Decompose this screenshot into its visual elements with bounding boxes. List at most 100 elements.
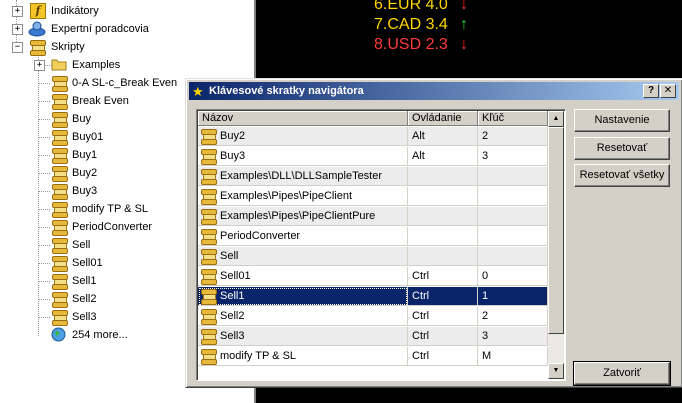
tree-line [38, 263, 50, 264]
tree-item-label: Expertní poradcovia [51, 23, 149, 35]
tree-item-experts[interactable]: + Expertní poradcovia [0, 20, 254, 38]
tree-item-label: Examples [72, 59, 121, 71]
tree-line [38, 137, 50, 138]
expand-icon[interactable]: + [12, 6, 23, 17]
tree-item-examples[interactable]: + Examples [0, 56, 254, 74]
table-cell-control: Alt [408, 147, 478, 166]
script-icon [52, 76, 68, 92]
tree-item-label: Sell1 [72, 275, 97, 287]
script-icon [52, 238, 68, 254]
script-name: modify TP & SL [220, 350, 297, 362]
scroll-thumb[interactable] [548, 127, 564, 334]
table-cell-key: 2 [478, 127, 548, 146]
table-cell-name: Sell1 [198, 287, 408, 306]
dialog-title: Klávesové skratky navigátora [209, 85, 364, 97]
script-name: PeriodConverter [220, 230, 301, 242]
tree-item-label: Buy1 [72, 149, 98, 161]
tree-line [38, 83, 50, 84]
table-cell-name: Examples\DLL\DLLSampleTester [198, 167, 408, 186]
script-name: Buy3 [220, 150, 246, 162]
table-cell-control [408, 247, 478, 266]
script-name: Sell3 [220, 330, 245, 342]
table-cell-name: Sell01 [198, 267, 408, 286]
tree-item-label: Sell01 [72, 257, 103, 269]
shortcuts-table: Názov Ovládanie Kľúč Buy2 Alt 2 Buy3 Alt 3 Exa… [196, 109, 566, 381]
close-icon[interactable]: ✕ [660, 84, 676, 98]
globe-icon [51, 327, 67, 343]
dialog-titlebar[interactable]: ★ Klávesové skratky navigátora ? ✕ [189, 82, 679, 100]
currency-strength-label: 7.CAD 3.4 [374, 16, 448, 33]
script-icon [52, 184, 68, 200]
script-icon [201, 169, 217, 185]
table-cell-control: Ctrl [408, 347, 478, 366]
reset-button[interactable]: Resetovať [574, 137, 670, 160]
script-icon [52, 292, 68, 308]
script-icon [201, 269, 217, 285]
table-cell-key [478, 167, 548, 186]
script-name: Sell1 [220, 290, 245, 302]
table-cell-control: Ctrl [408, 267, 478, 286]
table-cell-control: Ctrl [408, 307, 478, 326]
star-icon: ★ [192, 84, 204, 99]
reset-all-button[interactable]: Resetovať všetky [574, 164, 670, 187]
script-icon [201, 209, 217, 225]
table-cell-control: Alt [408, 127, 478, 146]
help-button[interactable]: ? [643, 84, 659, 98]
script-icon [201, 309, 217, 325]
script-icon [201, 249, 217, 265]
indicator-icon: f [30, 3, 46, 19]
table-cell-control [408, 167, 478, 186]
script-icon [201, 129, 217, 145]
script-name: Examples\Pipes\PipeClient [220, 190, 353, 202]
tree-item-scripts[interactable]: − Skripty [0, 38, 254, 56]
column-header-key[interactable]: Kľúč [478, 111, 548, 126]
arrow-down-icon: ↓ [460, 36, 468, 53]
tree-line [38, 227, 50, 228]
tree-item-indicators[interactable]: + f Indikátory [0, 2, 254, 20]
expert-advisor-icon [28, 21, 46, 37]
script-icon [52, 256, 68, 272]
collapse-icon[interactable]: − [12, 42, 23, 53]
table-cell-name: modify TP & SL [198, 347, 408, 366]
tree-item-label: Buy2 [72, 167, 98, 179]
table-cell-key [478, 227, 548, 246]
tree-item-label: 254 more... [72, 329, 128, 341]
script-name: Sell [220, 250, 239, 262]
tree-line [38, 119, 50, 120]
script-icon [52, 94, 68, 110]
column-header-control[interactable]: Ovládanie [408, 111, 478, 126]
scroll-up-button[interactable]: ▲ [548, 111, 564, 127]
script-icon [52, 274, 68, 290]
script-icon [201, 189, 217, 205]
table-cell-control: Ctrl [408, 287, 478, 306]
tree-line [38, 209, 50, 210]
table-cell-key: 1 [478, 287, 548, 306]
tree-item-label: Sell3 [72, 311, 97, 323]
table-cell-name: Examples\Pipes\PipeClientPure [198, 207, 408, 226]
tree-item-label: Indikátory [51, 5, 99, 17]
expand-icon[interactable]: + [12, 24, 23, 35]
table-cell-name: Sell [198, 247, 408, 266]
tree-item-label: 0-A SL-c_Break Even [72, 77, 178, 89]
script-name: Buy2 [220, 130, 246, 142]
tree-line [38, 281, 50, 282]
table-cell-key: M [478, 347, 548, 366]
scroll-down-button[interactable]: ▼ [548, 363, 564, 379]
expand-icon[interactable]: + [34, 60, 45, 71]
arrow-down-icon: ↓ [460, 0, 468, 13]
table-scrollbar[interactable]: ▲ ▼ [548, 111, 564, 379]
currency-strength-label: 8.USD 2.3 [374, 36, 448, 53]
script-icon [201, 329, 217, 345]
script-icon [52, 130, 68, 146]
tree-line [38, 155, 50, 156]
table-cell-name: Buy3 [198, 147, 408, 166]
script-name: Examples\DLL\DLLSampleTester [220, 170, 383, 182]
tree-line [38, 191, 50, 192]
script-icon [201, 229, 217, 245]
column-header-name[interactable]: Názov [198, 111, 408, 126]
table-cell-control [408, 207, 478, 226]
setup-button[interactable]: Nastavenie [574, 109, 670, 132]
tree-item-label: Break Even [72, 95, 129, 107]
close-button[interactable]: Zatvoriť [573, 361, 671, 386]
script-icon [52, 220, 68, 236]
